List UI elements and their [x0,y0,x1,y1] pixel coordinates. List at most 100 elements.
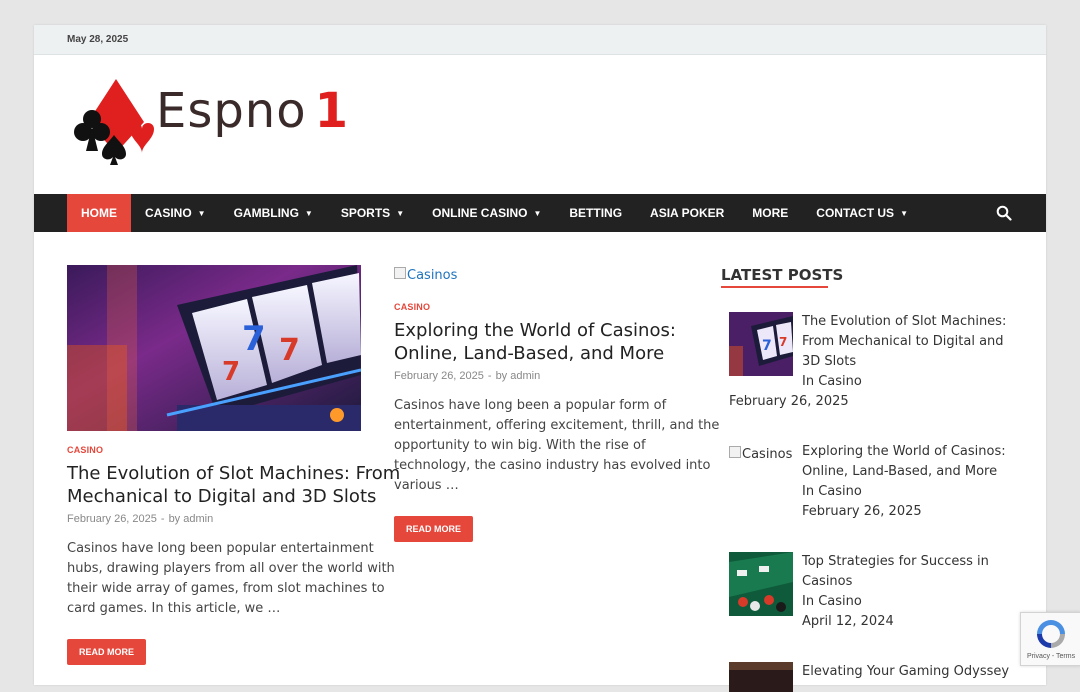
svg-text:7: 7 [779,335,787,349]
broken-image-link[interactable]: Casinos [729,446,792,462]
nav-item-asia-poker[interactable]: Asia Poker [636,194,738,232]
latest-post-title-line: The Evolution of Slot Machines: [802,314,1007,329]
svg-text:7: 7 [279,333,300,368]
nav-item-online-casino[interactable]: Online Casino ▼ [418,194,555,232]
site-title-text: Espno [156,83,307,139]
site-title-number: 1 [314,83,349,139]
recaptcha-links[interactable]: Privacy - Terms [1027,653,1075,660]
post-excerpt: Casinos have long been a popular form of… [394,396,720,496]
chevron-down-icon: ▼ [197,209,206,218]
broken-image-icon [394,267,406,279]
post-excerpt: Casinos have long been popular entertain… [67,539,395,619]
post-meta: February 26, 2025- by admin [394,370,540,382]
latest-post-title-line: 3D Slots [802,354,857,369]
latest-post-title-line: Exploring the World of Casinos: [802,444,1006,459]
chevron-down-icon: ▼ [396,209,405,218]
casino-table-thumbnail[interactable] [729,552,793,616]
read-more-button[interactable]: READ MORE [394,516,474,542]
nav-item-sports[interactable]: Sports ▼ [327,194,418,232]
nav-item-casino[interactable]: Casino ▼ [131,194,220,232]
nav-item-label: Betting [569,206,623,220]
post-title-line: Mechanical to Digital and 3D Slots [67,486,377,507]
nav-menu: Home Casino ▼ Gambling ▼ Sports ▼ Online Casino… [67,194,922,232]
latest-post-item: 7 7 The Evolution of Slot Machines: From… [729,312,1009,422]
post-title[interactable]: Exploring the World of Casinos: Online, … [394,319,694,365]
latest-post-title[interactable]: Exploring the World of Casinos: Online, … [802,442,1006,522]
recaptcha-badge[interactable]: Privacy - Terms [1020,612,1080,666]
nav-item-label: Home [81,206,117,220]
svg-text:7: 7 [762,338,772,354]
widget-title: LATEST POSTS [721,266,844,284]
nav-item-gambling[interactable]: Gambling ▼ [220,194,327,232]
excerpt-line: opportunity to win big. With the rise of [394,438,646,453]
image-alt-text: Casinos [407,268,458,283]
current-date: May 28, 2025 [67,34,129,45]
latest-post-item: Top Strategies for Success in Casinos In… [729,552,1009,642]
chevron-down-icon: ▼ [900,209,908,218]
latest-post-date: April 12, 2024 [802,614,894,629]
latest-post-title[interactable]: Elevating Your Gaming Odyssey: [802,662,1009,682]
slot-machine-image[interactable]: 7 7 7 [67,265,361,431]
latest-post-date: February 26, 2025 [729,394,849,409]
card-suits-logo-icon [74,79,154,165]
slot-machine-thumbnail[interactable]: 7 7 [729,312,793,376]
latest-post-title[interactable]: The Evolution of Slot Machines: From Mec… [802,312,1007,392]
chevron-down-icon: ▼ [533,209,542,218]
post-author[interactable]: admin [183,513,213,525]
excerpt-line: Casinos have long been a popular form of [394,398,667,413]
post-title[interactable]: The Evolution of Slot Machines: From Mec… [67,462,401,508]
latest-post-title-line: Casinos [802,574,853,589]
post-date[interactable]: February 26, 2025 [394,370,484,382]
svg-text:7: 7 [242,319,266,359]
svg-text:7: 7 [222,357,240,387]
nav-item-label: Gambling [233,206,299,220]
latest-post-category: In Casino [802,374,862,389]
broken-image-icon [729,446,741,458]
post-category[interactable]: CASINO [67,445,103,455]
widget-title-underline [721,286,828,288]
post-meta: February 26, 2025- by admin [67,513,213,525]
latest-post-title-line: Top Strategies for Success in [802,554,989,569]
post-title-line: The Evolution of Slot Machines: From [67,463,401,484]
latest-post-item: Casinos Exploring the World of Casinos: … [729,442,1009,532]
excerpt-line: entertainment, offering excitement, thri… [394,418,720,433]
post-author[interactable]: admin [510,370,540,382]
nav-item-label: Casino [145,206,192,220]
broken-image-link[interactable]: Casinos [394,267,457,283]
site-title: Espno 1 [156,85,349,137]
post-title-line: Online, Land-Based, and More [394,343,665,364]
nav-item-label: Asia Poker [650,206,725,220]
nav-item-home[interactable]: Home [67,194,131,232]
excerpt-line: technology, the casino industry has evol… [394,458,711,473]
latest-post-item: Elevating Your Gaming Odyssey: [729,662,1009,692]
nav-item-label: Online Casino [432,206,528,220]
post-date[interactable]: February 26, 2025 [67,513,157,525]
nav-item-more[interactable]: More [738,194,802,232]
latest-post-category: In Casino [802,484,862,499]
post-category[interactable]: CASINO [394,302,430,312]
main-navigation: Home Casino ▼ Gambling ▼ Sports ▼ Online Casino… [34,194,1046,232]
image-alt-text: Casinos [742,447,793,462]
excerpt-line: Casinos have long been popular entertain… [67,541,374,556]
latest-post-title-line: Online, Land-Based, and More [802,464,998,479]
search-icon[interactable] [996,205,1012,221]
nav-item-betting[interactable]: Betting [555,194,636,232]
main-content: 7 7 7 CASINO The Evolution of Slot Machi… [34,232,1046,692]
read-more-button[interactable]: READ MORE [67,639,147,665]
nav-item-label: More [752,206,789,220]
excerpt-line: card games. In this article, we … [67,601,281,616]
meta-separator: - [487,370,492,382]
latest-post-title-line: From Mechanical to Digital and [802,334,1004,349]
gaming-thumbnail[interactable] [729,662,793,692]
latest-post-title[interactable]: Top Strategies for Success in Casinos In… [802,552,1002,632]
site-logo[interactable]: Espno 1 [72,77,372,167]
recaptcha-icon [1037,620,1065,648]
excerpt-line: various … [394,478,459,493]
meta-separator: - [160,513,165,525]
page: May 28, 2025 Espno 1 Home Casino ▼ Gambling ▼… [34,25,1046,692]
latest-post-category: In Casino [802,594,862,609]
top-bar: May 28, 2025 [34,25,1046,55]
post-title-line: Exploring the World of Casinos: [394,320,676,341]
chevron-down-icon: ▼ [304,209,313,218]
nav-item-contact-us[interactable]: Contact Us ▼ [802,194,922,232]
